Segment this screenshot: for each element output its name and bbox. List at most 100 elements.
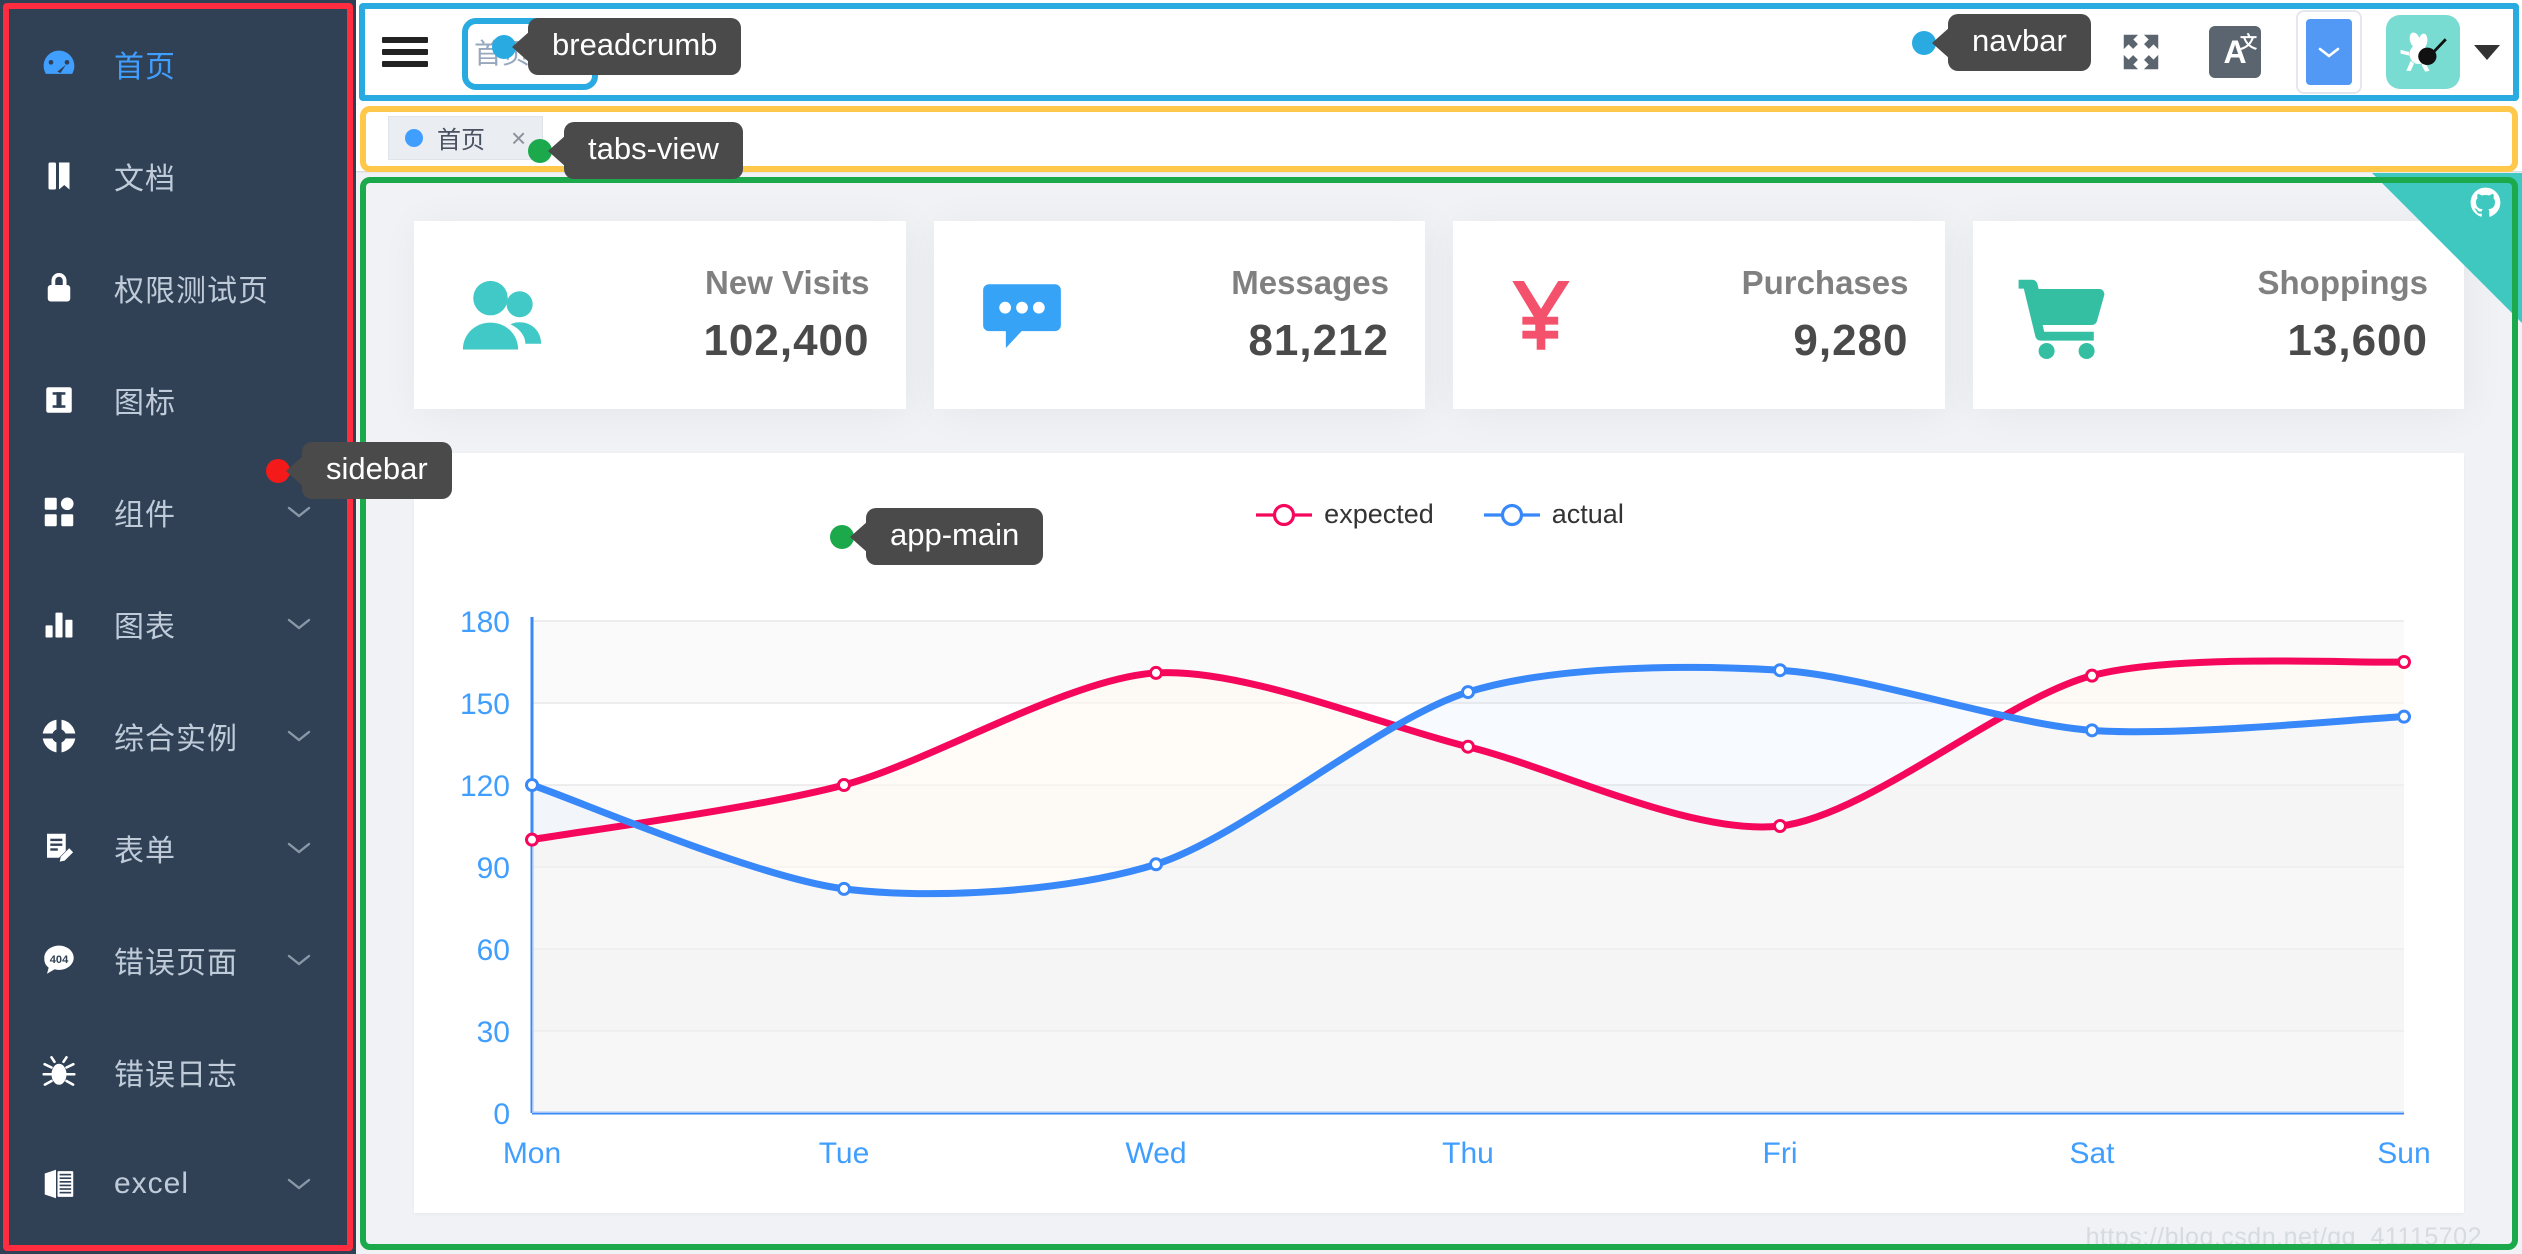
sidebar-item-label: 表单 — [114, 835, 176, 868]
chevron-down-icon — [2306, 19, 2352, 85]
avatar — [2386, 15, 2460, 89]
sidebar-item-label: 文档 — [114, 163, 176, 196]
svg-text:Sun: Sun — [2377, 1137, 2430, 1170]
component-icon — [38, 491, 80, 533]
callout-app-main: app-main — [830, 508, 1044, 565]
sidebar-item-permission[interactable]: 权限测试页 — [0, 232, 356, 344]
sidebar-item-dashboard[interactable]: 首页 — [0, 8, 356, 120]
chevron-down-icon — [286, 504, 312, 520]
fullscreen-icon[interactable] — [2104, 15, 2178, 89]
chevron-down-icon — [286, 952, 312, 968]
stat-card-group: New Visits 102,400 Messages 81,212 Purch… — [356, 173, 2522, 409]
stat-card-messages[interactable]: Messages 81,212 — [933, 221, 1426, 409]
svg-text:120: 120 — [460, 770, 510, 803]
sidebar-item-label: 综合实例 — [114, 723, 238, 756]
document-icon — [38, 155, 80, 197]
svg-text:404: 404 — [50, 954, 69, 966]
size-select-button[interactable] — [2296, 10, 2362, 94]
tab-label: 首页 — [437, 127, 485, 154]
svg-text:Thu: Thu — [1442, 1137, 1494, 1170]
sidebar-item-error-log[interactable]: 错误日志 — [0, 1016, 356, 1128]
callout-label: navbar — [1948, 14, 2091, 71]
stat-card-text: Purchases 9,280 — [1613, 264, 1945, 366]
sidebar-item-examples[interactable]: 综合实例 — [0, 680, 356, 792]
error-404-icon: 404 — [38, 939, 80, 981]
sidebar: 首页 文档 权限测试页 图标 组件 图表 综合实例 表单 404 错误页面 错误… — [0, 0, 356, 1254]
app-main: New Visits 102,400 Messages 81,212 Purch… — [356, 173, 2522, 1254]
stat-card-new-visits[interactable]: New Visits 102,400 — [414, 221, 906, 409]
sidebar-item-excel[interactable]: excel — [0, 1128, 356, 1240]
sidebar-item-label: 首页 — [114, 51, 176, 84]
sidebar-item-label: excel — [114, 1167, 190, 1200]
tab-active-dot — [405, 128, 423, 147]
svg-text:Fri: Fri — [1763, 1137, 1798, 1170]
main-container: 首页 A 文 — [356, 0, 2522, 1254]
svg-text:Mon: Mon — [503, 1137, 561, 1170]
callout-label: breadcrumb — [528, 18, 742, 75]
admin-dashboard-root: 首页 文档 权限测试页 图标 组件 图表 综合实例 表单 404 错误页面 错误… — [0, 0, 2522, 1254]
stat-card-title: Purchases — [1741, 264, 1909, 301]
svg-text:Sat: Sat — [2069, 1137, 2115, 1170]
stat-card-value: 9,280 — [1793, 316, 1909, 365]
user-menu[interactable] — [2386, 15, 2500, 89]
message-icon — [934, 271, 1094, 359]
callout-tabs-view: tabs-view — [528, 122, 743, 179]
callout-label: tabs-view — [564, 122, 743, 179]
svg-text:150: 150 — [460, 688, 510, 721]
chevron-down-icon — [286, 616, 312, 632]
chevron-down-icon — [286, 728, 312, 744]
callout-label: app-main — [866, 508, 1044, 565]
sidebar-item-charts[interactable]: 图表 — [0, 568, 356, 680]
stat-card-value: 81,212 — [1248, 316, 1389, 365]
svg-text:180: 180 — [460, 606, 510, 639]
chevron-down-icon — [286, 840, 312, 856]
bug-icon — [38, 1051, 80, 1093]
svg-text:60: 60 — [477, 934, 510, 967]
money-yen-icon — [1453, 272, 1613, 358]
sidebar-item-error-pages[interactable]: 404 错误页面 — [0, 904, 356, 1016]
lifebuoy-icon — [38, 715, 80, 757]
lang-glyph: A 文 — [2209, 26, 2261, 78]
callout-breadcrumb: breadcrumb — [492, 18, 742, 75]
chart-bar-icon — [38, 603, 80, 645]
watermark-text: https://blog.csdn.net/qq_41115702 — [2085, 1223, 2482, 1251]
tab-item-home[interactable]: 首页 × — [388, 115, 544, 160]
sidebar-menu: 首页 文档 权限测试页 图标 组件 图表 综合实例 表单 404 错误页面 错误… — [0, 0, 356, 1240]
lock-icon — [38, 267, 80, 309]
stat-card-value: 13,600 — [2287, 316, 2428, 365]
sidebar-item-label: 图表 — [114, 611, 176, 644]
sidebar-item-label: 权限测试页 — [114, 275, 269, 308]
sidebar-item-label: 组件 — [114, 499, 176, 532]
sidebar-item-label: 图标 — [114, 387, 176, 420]
close-icon[interactable]: × — [511, 125, 526, 151]
hamburger-icon[interactable] — [382, 32, 428, 72]
sidebar-item-form[interactable]: 表单 — [0, 792, 356, 904]
line-chart-canvas: 0 30 60 90 120 150 180 Mon Tue Wed Thu Fri Sat Sun — [460, 606, 2431, 1170]
svg-text:0: 0 — [493, 1098, 510, 1131]
line-chart-panel: expected actual 0 30 60 90 120 150 180 Mon Tue We… — [414, 453, 2464, 1213]
icon-set-icon — [38, 379, 80, 421]
dashboard-icon — [38, 43, 80, 85]
sidebar-item-label: 错误页面 — [114, 947, 238, 980]
github-octocat-icon[interactable] — [2372, 173, 2522, 323]
shopping-cart-icon — [1973, 267, 2133, 363]
sidebar-item-document[interactable]: 文档 — [0, 120, 356, 232]
caret-down-icon — [2474, 44, 2500, 60]
form-edit-icon — [38, 827, 80, 869]
svg-text:Wed: Wed — [1125, 1137, 1186, 1170]
chevron-down-icon — [286, 1176, 312, 1192]
svg-text:Tue: Tue — [819, 1137, 870, 1170]
excel-icon — [38, 1163, 80, 1205]
navbar-actions: A 文 — [2094, 0, 2522, 104]
stat-card-purchases[interactable]: Purchases 9,280 — [1453, 221, 1945, 409]
translate-icon[interactable]: A 文 — [2198, 15, 2272, 89]
stat-card-title: Messages — [1231, 264, 1389, 301]
sidebar-item-icons[interactable]: 图标 — [0, 344, 356, 456]
svg-text:90: 90 — [477, 852, 510, 885]
callout-label: sidebar — [302, 442, 452, 499]
stat-card-text: Messages 81,212 — [1094, 264, 1426, 366]
people-icon — [414, 269, 574, 361]
stat-card-value: 102,400 — [703, 316, 870, 365]
stat-card-text: New Visits 102,400 — [574, 264, 906, 366]
sidebar-item-label: 错误日志 — [114, 1059, 238, 1092]
